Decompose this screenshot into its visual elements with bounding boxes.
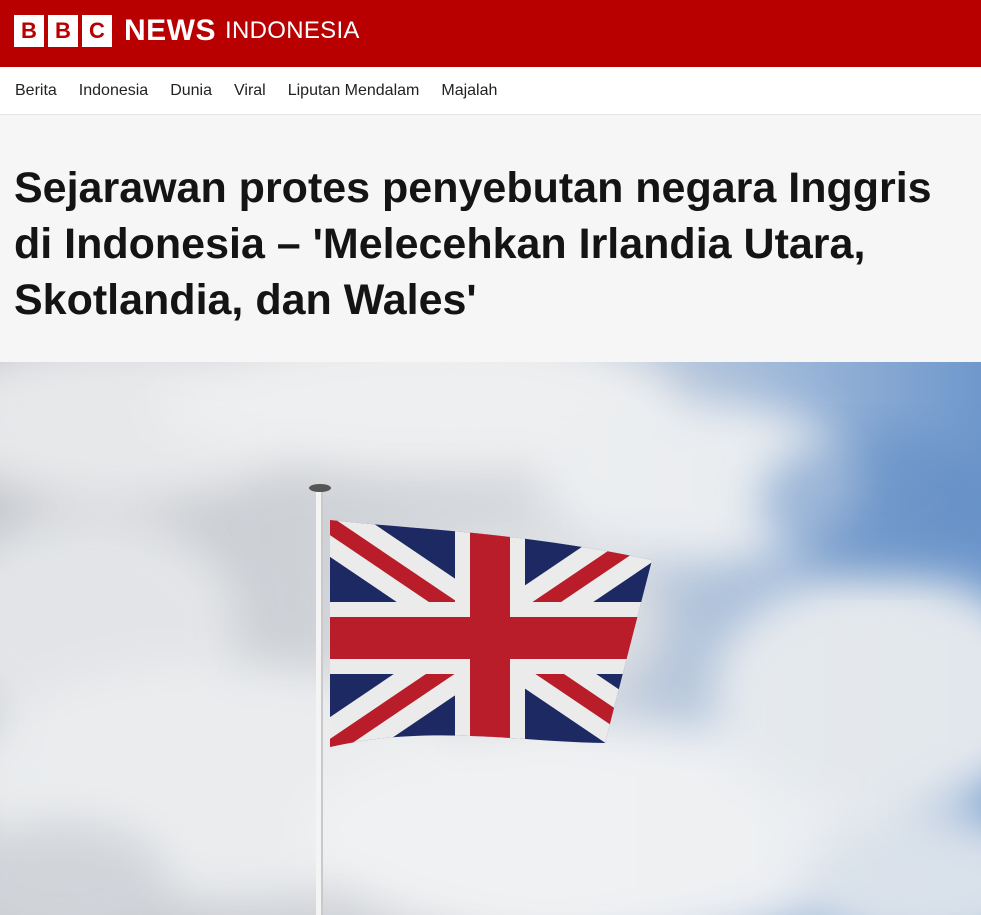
union-jack-flag-photo: [0, 362, 981, 915]
nav-item-viral[interactable]: Viral: [234, 82, 266, 100]
hero-image: [0, 362, 981, 915]
article-headline: Sejarawan protes penyebutan negara Inggr…: [14, 164, 932, 324]
main-navigation: Berita Indonesia Dunia Viral Liputan Men…: [0, 67, 981, 115]
bbc-logo-letter-c: C: [82, 15, 112, 47]
site-header: B B C NEWS INDONESIA: [0, 0, 981, 67]
bbc-news-indonesia-logo[interactable]: B B C NEWS INDONESIA: [14, 15, 360, 47]
bbc-logo-letter-b2: B: [48, 15, 78, 47]
nav-item-berita[interactable]: Berita: [15, 82, 57, 100]
nav-item-dunia[interactable]: Dunia: [170, 82, 212, 100]
nav-item-majalah[interactable]: Majalah: [441, 82, 497, 100]
edition-wordmark: INDONESIA: [225, 17, 360, 44]
nav-item-liputan-mendalam[interactable]: Liputan Mendalam: [288, 82, 420, 100]
nav-item-indonesia[interactable]: Indonesia: [79, 82, 148, 100]
news-wordmark: NEWS: [124, 14, 216, 47]
bbc-logo-letter-b1: B: [14, 15, 44, 47]
